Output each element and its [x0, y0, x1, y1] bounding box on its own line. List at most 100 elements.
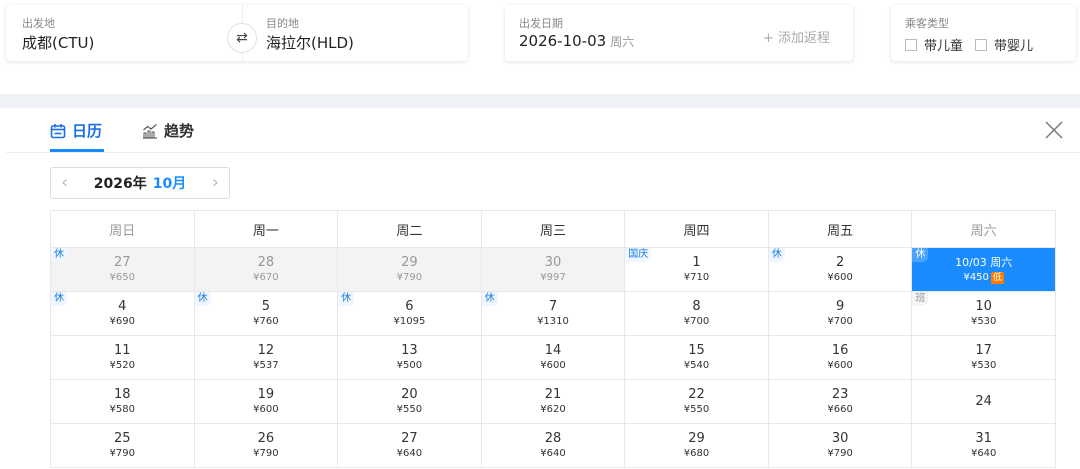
weekday-header: 周三 [480, 210, 626, 248]
date-price: ¥580 [51, 403, 194, 417]
calendar-week-row: 25 ¥790 26 ¥790 27 ¥640 28 ¥640 29 ¥680 30 ¥790 31 ¥6… [50, 423, 1056, 468]
tab-calendar[interactable]: 日历 [50, 120, 102, 141]
date-cell[interactable]: 25 ¥790 [50, 423, 195, 468]
price-value: ¥670 [253, 271, 279, 283]
date-price: ¥540 [625, 359, 768, 373]
tab-trend-label: 趋势 [164, 122, 195, 140]
date-cell[interactable]: 31 ¥640 [911, 423, 1056, 468]
date-cell[interactable]: 13 ¥500 [337, 335, 482, 380]
close-icon[interactable] [1044, 120, 1064, 140]
price-value: ¥500 [396, 359, 423, 371]
date-price: ¥790 [338, 271, 481, 285]
with-child-checkbox[interactable] [905, 38, 917, 51]
add-return-button[interactable]: + 添加返程 [763, 27, 830, 46]
date-cell[interactable]: 11 ¥520 [50, 335, 195, 380]
date-number: 24 [975, 393, 992, 409]
fare-calendar: 周日 周一 周二 周三 周四 周五 周六 休 27 ¥650 28 ¥670 29 ¥790… [50, 210, 1056, 468]
date-price: ¥997 [482, 271, 625, 285]
date-cell[interactable]: 17 ¥530 [911, 335, 1056, 380]
price-value: ¥580 [109, 403, 135, 415]
date-cell[interactable]: 23 ¥660 [767, 379, 913, 424]
date-cell[interactable]: 18 ¥580 [50, 379, 195, 424]
date-cell[interactable]: 8 ¥700 [624, 291, 769, 336]
to-city-field[interactable]: 海拉尔(HLD) [266, 32, 354, 53]
date-cell[interactable]: 休 7 ¥1310 [480, 291, 626, 336]
date-number: 27 [401, 430, 418, 446]
date-number: 10 [975, 298, 992, 314]
weekday-header: 周二 [337, 210, 482, 248]
date-number: 10/03 周六 [955, 255, 1013, 269]
date-cell[interactable]: 27 ¥640 [337, 423, 482, 468]
section-separator [0, 94, 1080, 108]
with-child-option[interactable]: 带儿童 [905, 35, 963, 54]
holiday-tag: 休 [768, 248, 785, 262]
date-cell[interactable]: 21 ¥620 [480, 379, 626, 424]
departure-date-field[interactable]: 2026-10-03 周六 [519, 32, 634, 50]
date-cell[interactable]: 休 4 ¥690 [50, 291, 195, 336]
passenger-type-label: 乘客类型 [905, 17, 949, 30]
date-cell[interactable]: 9 ¥700 [767, 291, 913, 336]
date-price: ¥620 [482, 403, 625, 417]
next-month-button[interactable]: › [212, 174, 219, 192]
with-infant-checkbox[interactable] [975, 38, 988, 51]
date-number: 27 [114, 254, 131, 270]
date-number: 12 [257, 342, 275, 358]
date-cell: 休 27 ¥650 [50, 247, 195, 292]
date-price: ¥640 [338, 447, 481, 461]
date-cell[interactable]: 26 ¥790 [193, 423, 339, 468]
to-label: 目的地 [266, 17, 299, 30]
date-price: ¥600 [195, 403, 338, 417]
date-cell[interactable]: 班 10 ¥530 [911, 291, 1056, 336]
date-cell[interactable]: 16 ¥600 [767, 335, 913, 380]
date-cell: 28 ¥670 [193, 247, 339, 292]
search-bar: 出发地 成都(CTU) ⇄ 目的地 海拉尔(HLD) 出发日期 2026-10-… [0, 0, 1080, 94]
calendar-body: 休 27 ¥650 28 ¥670 29 ¥790 30 ¥997 国庆 1 ¥710 休 2 ¥600 休 1… [50, 247, 1056, 468]
calendar-week-row: 18 ¥580 19 ¥600 20 ¥550 21 ¥620 22 ¥550 23 ¥660 24 [50, 379, 1056, 424]
holiday-tag: 国庆 [625, 248, 652, 262]
date-cell[interactable]: 休 6 ¥1095 [337, 291, 482, 336]
with-child-label: 带儿童 [924, 39, 964, 54]
date-number: 5 [261, 298, 270, 314]
date-number: 30 [831, 430, 849, 446]
holiday-tag: 休 [912, 248, 929, 262]
month-navigator: ‹ 2026年 10月 › [50, 167, 230, 199]
price-value: ¥1310 [537, 315, 569, 327]
date-price: ¥550 [625, 403, 768, 417]
with-infant-label: 带婴儿 [994, 39, 1034, 54]
date-price: ¥650 [51, 271, 194, 285]
date-cell-selected[interactable]: 休 10/03 周六 ¥450 低 [911, 247, 1056, 292]
departure-date-label: 出发日期 [519, 17, 563, 30]
date-cell[interactable]: 休 5 ¥760 [193, 291, 339, 336]
date-cell[interactable]: 12 ¥537 [193, 335, 339, 380]
date-cell[interactable]: 休 2 ¥600 [767, 247, 913, 292]
date-cell[interactable]: 15 ¥540 [624, 335, 769, 380]
date-cell[interactable]: 20 ¥550 [337, 379, 482, 424]
date-number: 13 [401, 342, 418, 358]
price-value: ¥450 [963, 271, 989, 283]
with-infant-option[interactable]: 带婴儿 [975, 35, 1033, 54]
date-cell[interactable]: 国庆 1 ¥710 [624, 247, 769, 292]
date-cell[interactable]: 19 ¥600 [193, 379, 339, 424]
price-value: ¥790 [396, 271, 423, 283]
price-value: ¥640 [970, 447, 997, 459]
departure-date-value: 2026-10-03 [519, 32, 607, 50]
date-price: ¥640 [912, 447, 1055, 461]
swap-cities-button[interactable]: ⇄ [227, 23, 257, 53]
price-value: ¥760 [253, 315, 279, 327]
date-cell[interactable]: 22 ¥550 [624, 379, 769, 424]
date-number: 14 [544, 342, 562, 358]
prev-month-button[interactable]: ‹ [61, 174, 68, 192]
calendar-week-row: 11 ¥520 12 ¥537 13 ¥500 14 ¥600 15 ¥540 16 ¥600 17 ¥5… [50, 335, 1056, 380]
date-price: ¥600 [482, 359, 625, 373]
date-cell[interactable]: 29 ¥680 [624, 423, 769, 468]
price-value: ¥790 [109, 447, 135, 459]
price-value: ¥640 [540, 447, 566, 459]
tab-calendar-label: 日历 [72, 122, 103, 140]
date-cell[interactable]: 24 [911, 379, 1056, 424]
date-cell[interactable]: 30 ¥790 [767, 423, 913, 468]
tab-trend[interactable]: 趋势 [142, 120, 194, 141]
date-cell[interactable]: 14 ¥600 [480, 335, 626, 380]
holiday-tag: 休 [481, 292, 498, 306]
date-cell[interactable]: 28 ¥640 [480, 423, 626, 468]
from-city-field[interactable]: 成都(CTU) [22, 32, 94, 53]
